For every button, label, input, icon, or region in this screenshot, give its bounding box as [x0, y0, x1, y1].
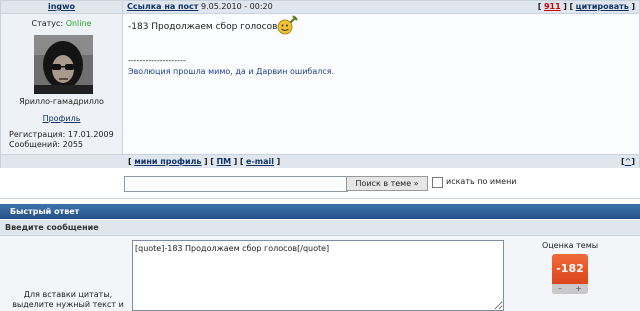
topic-rating-badge: -182 – +: [552, 254, 588, 294]
forum-post: ingwo Статус: Online Ярилло-гамадрилло П…: [0, 0, 640, 168]
post-actions: [ 911 ] [ цитировать ]: [537, 2, 635, 11]
username-link[interactable]: ingwo: [48, 2, 75, 11]
post-link[interactable]: Ссылка на пост: [127, 2, 198, 11]
profile-link[interactable]: Профиль: [43, 114, 81, 123]
rating-controls: – +: [552, 284, 588, 294]
avatar-image: [34, 35, 93, 94]
posts-count: 2055: [62, 140, 83, 149]
mini-profile-link[interactable]: мини профиль: [134, 157, 201, 166]
signature-divider: --------------------: [128, 56, 186, 65]
post-text: -183 Продолжаем сбор голосов: [128, 22, 278, 32]
rating-plus-button[interactable]: +: [575, 284, 582, 294]
quote-button[interactable]: цитировать: [576, 2, 629, 11]
post-date: 9.05.2010 - 00:20: [200, 2, 273, 11]
posts-label: Сообщений:: [9, 140, 61, 149]
back-to-top[interactable]: [^]: [621, 155, 635, 168]
post-footer: [ мини профиль ] [ ПМ ] [ e-mail ] [^]: [1, 154, 639, 168]
rating-label: Оценка темы: [541, 241, 599, 250]
email-link[interactable]: e-mail: [246, 157, 274, 166]
footer-links: [ мини профиль ] [ ПМ ] [ e-mail ]: [128, 157, 281, 166]
profile-link-wrap: Профиль: [1, 114, 122, 123]
registration-label: Регистрация:: [9, 130, 66, 139]
quick-reply-subtitle: Введите сообщение: [5, 223, 99, 232]
status-value: Online: [65, 19, 92, 28]
username-header: ingwo: [1, 1, 122, 14]
post-header: Ссылка на пост 9.05.2010 - 00:20 [ 911 ]…: [123, 1, 639, 14]
rating-minus-button[interactable]: –: [558, 284, 562, 294]
quick-reply-header: Быстрый ответ: [0, 204, 640, 219]
search-by-name-checkbox[interactable]: [432, 177, 443, 188]
quick-reply-title: Быстрый ответ: [10, 207, 80, 216]
search-by-name-label: искать по имени: [446, 177, 517, 186]
reply-textarea[interactable]: [quote]-183 Продолжаем сбор голосов[/quo…: [132, 240, 504, 311]
posts-info: Сообщений: 2055: [9, 140, 83, 149]
quick-reply-subheader: Введите сообщение: [0, 220, 640, 236]
post-number[interactable]: 911: [544, 2, 561, 11]
topic-search-input[interactable]: [124, 176, 348, 192]
status-label: Статус:: [31, 19, 64, 28]
topic-search-button[interactable]: Поиск в теме »: [346, 176, 428, 191]
post-body: -183 Продолжаем сбор голосов -----------…: [123, 14, 639, 154]
smiley-icon: [276, 14, 298, 36]
user-panel: ingwo Статус: Online Ярилло-гамадрилло П…: [1, 1, 123, 167]
user-title: Ярилло-гамадрилло: [19, 97, 104, 106]
quote-hint: Для вставки цитаты, выделите нужный текс…: [12, 290, 124, 309]
rating-value: -182: [556, 262, 584, 275]
avatar[interactable]: [34, 35, 93, 94]
registration-date: 17.01.2009: [67, 130, 114, 139]
registration-info: Регистрация: 17.01.2009: [9, 130, 114, 139]
user-status: Статус: Online: [1, 19, 122, 28]
signature-text: Эволюция прошла мимо, да и Дарвин ошибал…: [128, 67, 335, 76]
pm-link[interactable]: ПМ: [216, 157, 231, 166]
